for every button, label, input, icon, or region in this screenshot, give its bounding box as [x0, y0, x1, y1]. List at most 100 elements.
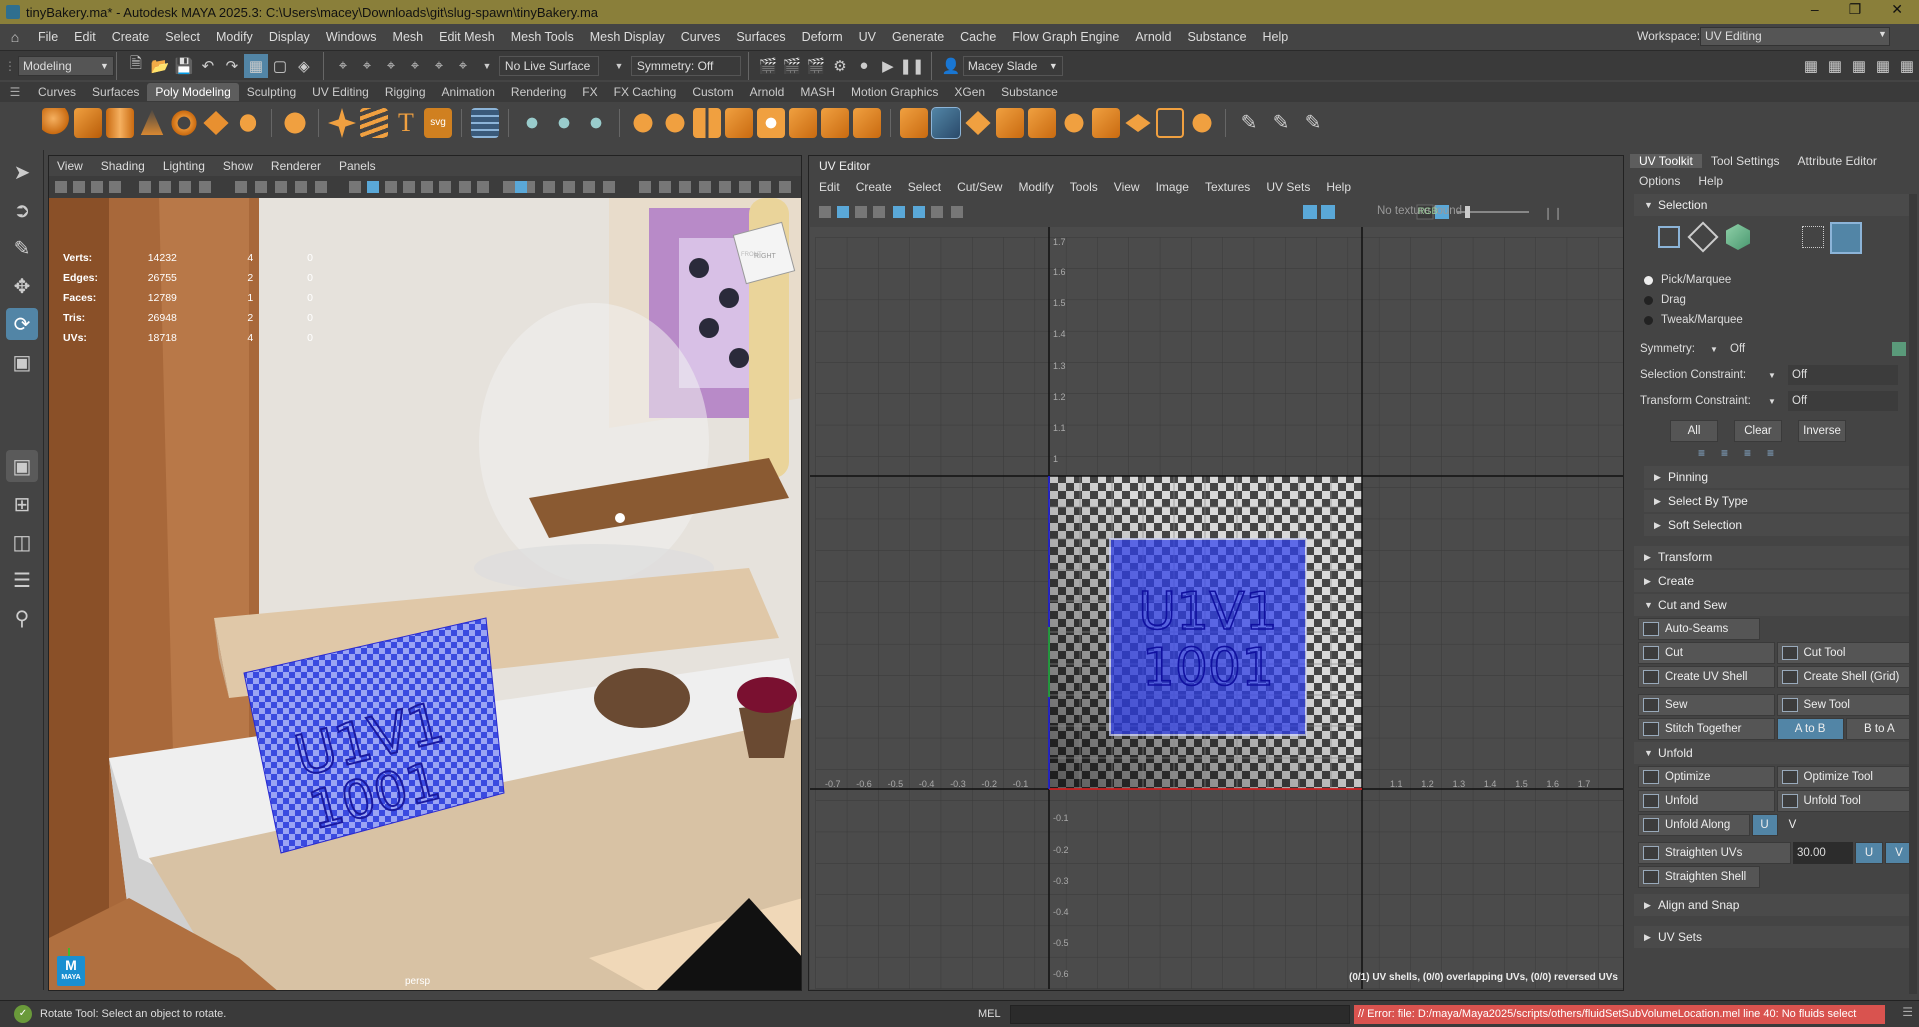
section-unfold[interactable]: ▼ Unfold	[1634, 742, 1913, 764]
viewport-menu-panels[interactable]: Panels	[330, 159, 385, 173]
select-tool-icon[interactable]: ➤	[6, 156, 38, 188]
symmetry-value[interactable]: Off	[1730, 343, 1745, 355]
select-shortest-edge-icon[interactable]: ≡	[1767, 446, 1774, 460]
section-soft-selection[interactable]: ▶ Soft Selection	[1644, 514, 1913, 536]
uv-canvas[interactable]: U1V1 1001 1.7 1.6 1.5 1.4 1.3 1.2 1.1 1 -0.1 -0.2…	[810, 227, 1623, 989]
user-account-select[interactable]: Macey Slade	[962, 55, 1063, 76]
minimize-icon[interactable]: –	[1811, 1, 1819, 18]
tab-curves[interactable]: Curves	[30, 83, 84, 101]
menu-deform[interactable]: Deform	[794, 24, 851, 50]
scene-render[interactable]: RIGHT FRONT U1V1 1001 Verts: 14232 4 0 Edges…	[49, 198, 801, 990]
snap-curve-icon[interactable]: ⌖	[355, 54, 379, 78]
platonic-solid-icon[interactable]	[281, 108, 309, 138]
grow-selection-icon[interactable]: ≡	[1698, 446, 1705, 460]
menu-edit[interactable]: Edit	[66, 24, 104, 50]
poly-disc-icon[interactable]	[234, 108, 262, 138]
arnold-render-icon[interactable]: ▶	[876, 54, 900, 78]
cut-tool-button[interactable]: Cut Tool	[1776, 642, 1913, 664]
chevron-down-icon[interactable]: ▼	[1768, 371, 1788, 380]
sew-tool-button[interactable]: Sew Tool	[1776, 694, 1913, 716]
uv-menu-select[interactable]: Select	[900, 180, 949, 194]
tab-xgen[interactable]: XGen	[946, 83, 993, 101]
radio-drag[interactable]: Drag	[1644, 290, 1919, 310]
menu-windows[interactable]: Windows	[318, 24, 385, 50]
uv-menu-cut-sew[interactable]: Cut/Sew	[949, 180, 1010, 194]
snap-point-icon[interactable]: ⌖	[379, 54, 403, 78]
chevron-down-icon[interactable]: ▼	[607, 54, 631, 78]
create-shell-grid-button[interactable]: Create Shell (Grid)	[1776, 666, 1913, 688]
panel-scrollbar[interactable]	[1909, 194, 1917, 994]
tab-sculpting[interactable]: Sculpting	[239, 83, 304, 101]
uv-menu-tools[interactable]: Tools	[1062, 180, 1106, 194]
invert-selection-button[interactable]: Inverse	[1798, 420, 1846, 442]
viewport-menu-view[interactable]: View	[49, 159, 92, 173]
separate-icon[interactable]	[582, 108, 610, 138]
outliner-icon[interactable]: ▦	[1895, 54, 1919, 78]
viewport-menu-renderer[interactable]: Renderer	[262, 159, 330, 173]
four-view-layout-icon[interactable]: ⊞	[6, 488, 38, 520]
select-by-object-icon[interactable]: ▢	[268, 54, 292, 78]
home-icon[interactable]: ⌂	[0, 29, 30, 45]
menu-select[interactable]: Select	[157, 24, 208, 50]
offset-loop-icon[interactable]	[1060, 108, 1088, 138]
optimize-tool-button[interactable]: Optimize Tool	[1776, 766, 1913, 788]
tab-animation[interactable]: Animation	[434, 83, 503, 101]
insert-loop-icon[interactable]	[1028, 108, 1056, 138]
sculpt-relax-icon[interactable]: ✎	[1299, 108, 1327, 138]
face-mode-icon[interactable]	[1830, 222, 1862, 254]
uv-menu-create[interactable]: Create	[848, 180, 900, 194]
reduce-icon[interactable]	[661, 108, 689, 138]
menu-help[interactable]: Help	[1255, 24, 1297, 50]
uv-toolbar-icons[interactable]: ❘❘	[809, 198, 1624, 226]
poly-cone-icon[interactable]	[140, 109, 164, 135]
menu-help-toolkit[interactable]: Help	[1689, 174, 1732, 188]
clear-selection-button[interactable]: Clear	[1734, 420, 1782, 442]
lasso-tool-icon[interactable]: ➲	[6, 194, 38, 226]
poly-torus-icon[interactable]	[170, 108, 198, 138]
menu-mesh-display[interactable]: Mesh Display	[582, 24, 673, 50]
undo-icon[interactable]: ↶	[196, 54, 220, 78]
menu-generate[interactable]: Generate	[884, 24, 952, 50]
extract-icon[interactable]	[900, 108, 928, 138]
poly-sphere-icon[interactable]	[42, 108, 70, 138]
paint-select-icon[interactable]: ✎	[6, 232, 38, 264]
select-all-button[interactable]: All	[1670, 420, 1718, 442]
snap-surface-icon[interactable]: ⌖	[427, 54, 451, 78]
tab-surfaces[interactable]: Surfaces	[84, 83, 147, 101]
tab-fx[interactable]: FX	[574, 83, 605, 101]
menu-uv[interactable]: UV	[851, 24, 884, 50]
section-uv-sets[interactable]: ▶ UV Sets	[1634, 926, 1913, 948]
straighten-u-toggle[interactable]: U	[1855, 842, 1883, 864]
chevron-down-icon[interactable]: ▼	[1710, 345, 1730, 354]
connect-icon[interactable]	[996, 108, 1024, 138]
ipr-render-icon[interactable]: 🎬	[804, 54, 828, 78]
menu-substance[interactable]: Substance	[1179, 24, 1254, 50]
mel-command-input[interactable]	[1010, 1005, 1350, 1024]
table-icon[interactable]	[471, 108, 499, 138]
menu-curves[interactable]: Curves	[673, 24, 729, 50]
section-select-by-type[interactable]: ▶ Select By Type	[1644, 490, 1913, 512]
type-icon[interactable]: T	[392, 108, 420, 138]
attribute-editor-icon[interactable]: ▦	[1847, 54, 1871, 78]
viewport-menu-lighting[interactable]: Lighting	[154, 159, 214, 173]
optimize-button[interactable]: Optimize	[1638, 766, 1775, 788]
tab-rigging[interactable]: Rigging	[377, 83, 434, 101]
unfold-tool-button[interactable]: Unfold Tool	[1776, 790, 1913, 812]
straighten-shell-button[interactable]: Straighten Shell	[1638, 866, 1760, 888]
uv-menu-view[interactable]: View	[1106, 180, 1148, 194]
viewport-menu-show[interactable]: Show	[214, 159, 262, 173]
symmetry-field[interactable]: Symmetry: Off	[630, 55, 741, 76]
save-scene-icon[interactable]: 💾	[172, 54, 196, 78]
selection-constraint-value[interactable]: Off	[1788, 365, 1898, 385]
select-border-icon[interactable]: ≡	[1744, 446, 1751, 460]
script-editor-icon[interactable]: ☰	[1902, 1005, 1913, 1019]
vertex-mode-icon[interactable]	[1687, 221, 1719, 253]
menu-mesh[interactable]: Mesh	[385, 24, 432, 50]
menu-cache[interactable]: Cache	[952, 24, 1004, 50]
render-view-icon[interactable]: 🎬	[756, 54, 780, 78]
tab-custom[interactable]: Custom	[684, 83, 741, 101]
fill-hole-icon[interactable]	[757, 108, 785, 138]
radio-pick-marquee[interactable]: Pick/Marquee	[1644, 270, 1919, 290]
stitch-together-button[interactable]: Stitch Together	[1638, 718, 1775, 740]
unfold-along-button[interactable]: Unfold Along	[1638, 814, 1750, 836]
